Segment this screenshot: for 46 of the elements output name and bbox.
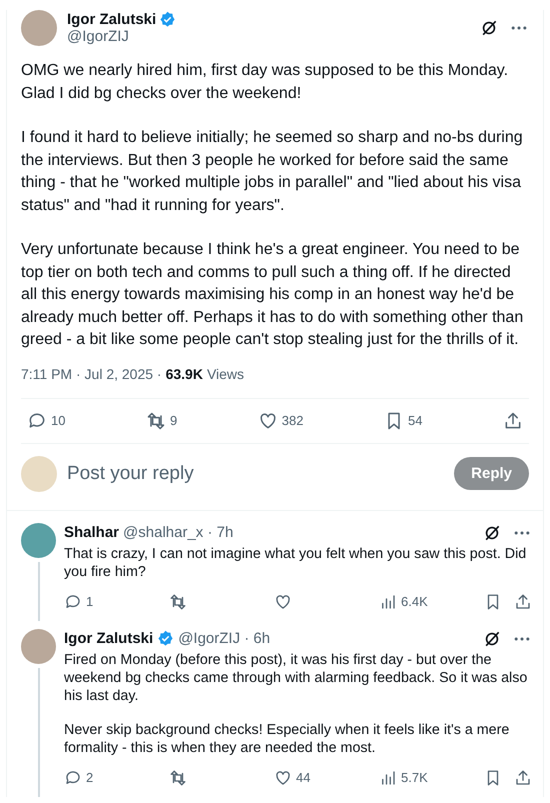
repost-button[interactable]: 9 bbox=[146, 410, 178, 430]
post-text: OMG we nearly hired him, first day was supposed to be this Monday. Glad I did bg checks over the weekend! bbox=[21, 61, 510, 104]
reply-button[interactable]: 2 bbox=[64, 768, 94, 786]
author-handle[interactable]: @IgorZIJ bbox=[67, 28, 469, 45]
repost-icon bbox=[169, 768, 187, 786]
like-button[interactable]: 382 bbox=[258, 410, 304, 430]
views-icon bbox=[379, 592, 397, 610]
like-icon bbox=[274, 768, 292, 786]
post-text: I found it hard to believe initially; he seemed so sharp and no-bs during the interviews. But then 3 people he worked for before said the same thing - that he "worked multiple jobs in parallel" and "lied about his visa status" and "had it running for years". bbox=[21, 128, 524, 216]
author-name[interactable]: Igor Zalutski bbox=[64, 630, 154, 647]
like-icon bbox=[258, 410, 278, 430]
reply-button[interactable]: 1 bbox=[64, 592, 94, 610]
like-button[interactable] bbox=[274, 592, 292, 610]
views-count: 63.9K bbox=[166, 366, 203, 382]
share-icon bbox=[503, 410, 523, 430]
reply-icon bbox=[64, 592, 82, 610]
author-handle[interactable]: @IgorZIJ · 6h bbox=[178, 630, 270, 647]
repost-icon bbox=[169, 592, 187, 610]
repost-button[interactable] bbox=[169, 768, 187, 786]
views-icon bbox=[379, 768, 397, 786]
post-text: Very unfortunate because I think he's a great engineer. You need to be top tier on both tech and comms to pull such a thing off. If he directed all this energy towards maximising his comp in an honest way he'd be already much better off. Perhaps it has to do with something other than greed - a bit like some people can't stop stealing just for the thrills of it. bbox=[21, 240, 524, 350]
views-button[interactable]: 5.7K bbox=[379, 768, 428, 786]
share-button[interactable] bbox=[514, 768, 532, 786]
avatar-image bbox=[21, 456, 57, 492]
reply-text: Fired on Monday (before this post), it was his first day - but over the weekend bg checks came through with alarming feedback. So it was also his last day. bbox=[64, 650, 528, 704]
author-handle[interactable]: @shalhar_x · 7h bbox=[123, 524, 234, 541]
share-icon bbox=[514, 592, 532, 610]
post-timestamp[interactable]: 7:11 PM · Jul 2, 2025 · bbox=[21, 366, 162, 382]
share-icon bbox=[514, 768, 532, 786]
like-button[interactable]: 44 bbox=[274, 768, 310, 786]
views-button[interactable]: 6.4K bbox=[379, 592, 428, 610]
author-name[interactable]: Shalhar bbox=[64, 524, 120, 541]
reply-icon bbox=[27, 410, 47, 430]
reply-icon bbox=[64, 768, 82, 786]
share-button[interactable] bbox=[503, 410, 523, 430]
bookmark-button[interactable]: 54 bbox=[384, 410, 422, 430]
avatar-image[interactable] bbox=[21, 522, 56, 558]
like-icon bbox=[274, 592, 292, 610]
author-name[interactable]: Igor Zalutski bbox=[67, 11, 156, 28]
views-label: Views bbox=[206, 366, 244, 382]
reply-text: That is crazy, I can not imagine what you felt when you saw this post. Did you fire him? bbox=[64, 544, 528, 580]
reply-text: Never skip background checks! Especially when it feels like it's a mere formality - this is when they are needed the most. bbox=[64, 720, 510, 756]
repost-icon bbox=[146, 410, 166, 430]
repost-button[interactable] bbox=[169, 592, 187, 610]
reply-button[interactable]: 10 bbox=[27, 410, 66, 430]
share-button[interactable] bbox=[514, 592, 532, 610]
